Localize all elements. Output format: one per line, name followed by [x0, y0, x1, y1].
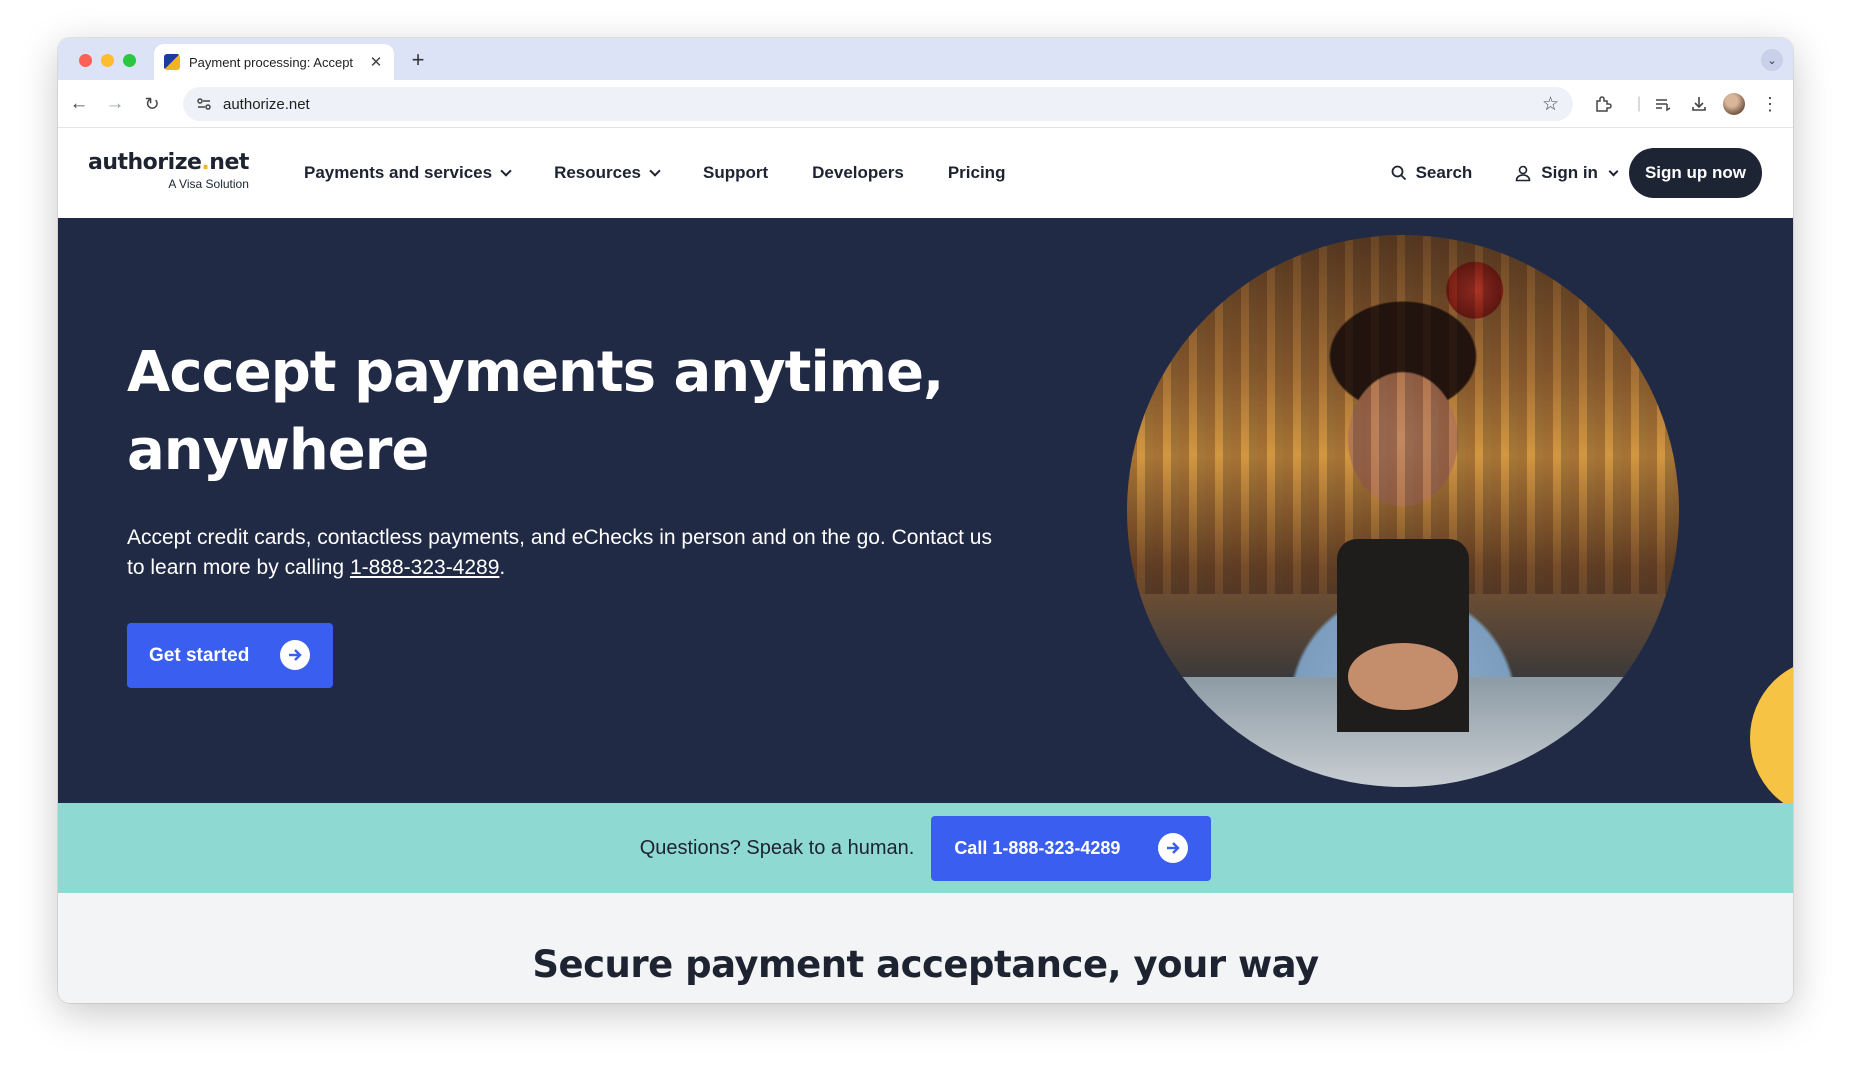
minimize-window-button[interactable]: [101, 54, 114, 67]
site-favicon-icon: [164, 54, 180, 70]
new-tab-button[interactable]: +: [406, 47, 430, 73]
payment-acceptance-section: Secure payment acceptance, your way: [58, 893, 1793, 1003]
logo-text-net: net: [209, 150, 249, 175]
nav-label: Pricing: [947, 163, 1006, 182]
nav-label: Resources: [554, 163, 641, 182]
header-actions: Search Sign in Sign up now: [1391, 128, 1762, 218]
nav-resources[interactable]: Resources: [554, 163, 661, 183]
site-info-icon[interactable]: [191, 96, 217, 112]
hero-photo-smiling-woman: [1127, 235, 1679, 787]
close-window-button[interactable]: [79, 54, 92, 67]
nav-developers[interactable]: Developers: [812, 163, 904, 183]
nav-label: Support: [703, 163, 769, 182]
chevron-down-icon: [500, 165, 512, 177]
search-button[interactable]: Search: [1391, 163, 1473, 183]
main-navigation: Payments and services Resources Support …: [304, 128, 1049, 218]
browser-tab-active[interactable]: Payment processing: Accept ✕: [154, 44, 394, 80]
call-phone-label: Call 1-888-323-4289: [954, 837, 1121, 858]
nav-payments-and-services[interactable]: Payments and services: [304, 163, 512, 183]
sign-in-button[interactable]: Sign in: [1514, 163, 1619, 183]
sign-in-label: Sign in: [1541, 163, 1598, 182]
user-icon: [1515, 165, 1531, 182]
profile-avatar[interactable]: [1723, 93, 1745, 115]
tab-title: Payment processing: Accept: [189, 54, 354, 70]
hero-title-line1: Accept payments anytime,: [127, 340, 944, 405]
arrow-right-icon: [280, 640, 310, 670]
back-arrow-icon[interactable]: ←: [67, 92, 91, 116]
toolbar-divider: |: [1636, 95, 1642, 112]
tab-strip: Payment processing: Accept ✕ + ⌄: [58, 38, 1793, 80]
tab-close-icon[interactable]: ✕: [368, 53, 384, 71]
hero-description-text: Accept credit cards, contactless payment…: [127, 526, 992, 579]
browser-toolbar: ← → ↻ authorize.net ☆ | ⋮: [58, 80, 1793, 128]
sign-up-now-button[interactable]: Sign up now: [1628, 148, 1762, 198]
reload-icon[interactable]: ↻: [140, 92, 164, 116]
nav-support[interactable]: Support: [703, 163, 768, 183]
browser-menu-icon[interactable]: ⋮: [1758, 92, 1782, 116]
photo-hands: [1347, 643, 1459, 710]
hero-section: Accept payments anytime, anywhere Accept…: [58, 218, 1793, 803]
site-header: authorize.net A Visa Solution Payments a…: [58, 128, 1793, 218]
hero-description: Accept credit cards, contactless payment…: [127, 523, 1007, 583]
forward-arrow-icon[interactable]: →: [103, 92, 127, 116]
address-bar[interactable]: authorize.net ☆: [183, 87, 1573, 121]
chevron-down-icon: [1608, 166, 1619, 176]
logo-text-authorize: authorize: [88, 150, 202, 175]
hero-description-end: .: [499, 556, 506, 579]
window-controls: [79, 54, 136, 67]
call-phone-button[interactable]: Call 1-888-323-4289: [931, 815, 1212, 881]
nav-pricing[interactable]: Pricing: [948, 163, 1006, 183]
section-title: Secure payment acceptance, your way: [532, 943, 1319, 986]
logo-subtitle: A Visa Solution: [168, 177, 249, 191]
hero-phone-link[interactable]: 1-888-323-4289: [350, 556, 499, 579]
search-icon: [1391, 165, 1406, 181]
nav-label: Payments and services: [304, 163, 493, 182]
search-label: Search: [1415, 163, 1473, 182]
browser-window: Payment processing: Accept ✕ + ⌄ ← → ↻ a…: [58, 38, 1793, 1003]
authorize-net-logo[interactable]: authorize.net A Visa Solution: [88, 150, 249, 191]
arrow-right-icon: [1158, 832, 1189, 863]
contact-banner: Questions? Speak to a human. Call 1-888-…: [58, 803, 1793, 893]
tab-search-chevron-icon[interactable]: ⌄: [1761, 49, 1783, 71]
contact-banner-text: Questions? Speak to a human.: [639, 836, 915, 859]
extensions-icon[interactable]: [1591, 92, 1615, 116]
hero-title-line2: anywhere: [127, 418, 429, 483]
nav-label: Developers: [812, 163, 904, 182]
get-started-label: Get started: [149, 644, 250, 666]
bookmark-star-icon[interactable]: ☆: [1542, 93, 1559, 116]
url-text: authorize.net: [223, 95, 310, 113]
hero-title: Accept payments anytime, anywhere: [127, 334, 1027, 490]
download-icon[interactable]: [1687, 92, 1711, 116]
reading-list-icon[interactable]: [1651, 92, 1675, 116]
chevron-down-icon: [649, 165, 661, 177]
get-started-button[interactable]: Get started: [127, 623, 333, 688]
maximize-window-button[interactable]: [123, 54, 136, 67]
decorative-yellow-circle: [1750, 658, 1793, 803]
